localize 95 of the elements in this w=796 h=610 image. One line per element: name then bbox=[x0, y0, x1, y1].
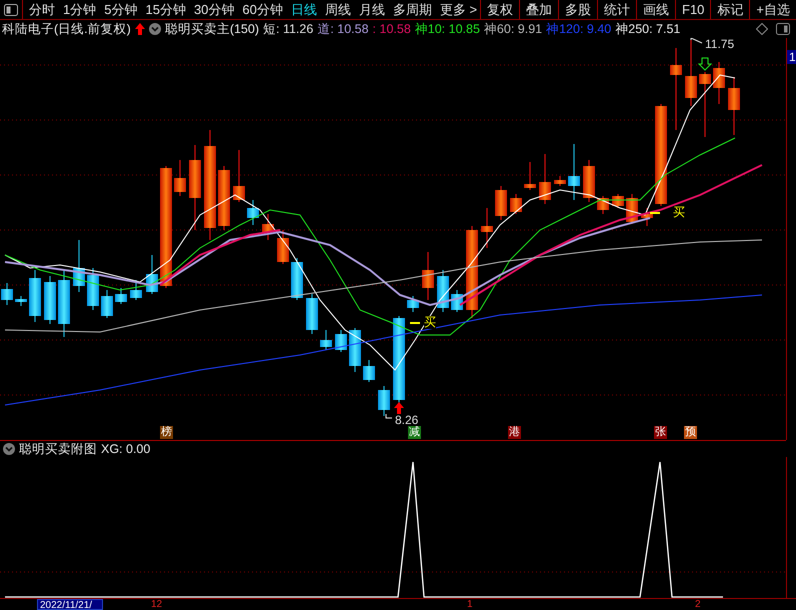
candlestick bbox=[713, 62, 725, 104]
low-price-label: 8.26 bbox=[395, 414, 418, 427]
period-tab[interactable]: 周线 bbox=[324, 0, 351, 18]
dropdown-icon[interactable] bbox=[148, 23, 161, 35]
period-tab[interactable]: 30分钟 bbox=[194, 0, 234, 18]
cursor-date-label: 2022/11/21/ bbox=[37, 599, 104, 610]
indicator-value: XG: 0.00 bbox=[101, 442, 150, 456]
candlestick bbox=[277, 230, 289, 264]
period-tab[interactable]: 多周期 bbox=[392, 0, 432, 18]
panel-toggle-icon[interactable] bbox=[776, 23, 790, 35]
buy-signal: 买 bbox=[424, 316, 436, 329]
candlestick bbox=[146, 254, 158, 294]
candlestick bbox=[233, 150, 245, 202]
candlestick bbox=[363, 360, 375, 382]
toolbar-button[interactable]: 复权 bbox=[480, 0, 519, 19]
event-badge: 减 bbox=[408, 426, 421, 439]
candlestick bbox=[101, 290, 113, 318]
candlestick bbox=[174, 160, 186, 196]
candlestick bbox=[29, 270, 41, 322]
candlestick bbox=[524, 162, 536, 190]
candlestick bbox=[612, 194, 624, 208]
candlestick bbox=[554, 176, 566, 186]
candlestick bbox=[247, 200, 259, 226]
high-price-label: 11.75 bbox=[705, 38, 734, 51]
buy-signal: 买 bbox=[673, 206, 685, 219]
toolbar-button[interactable]: +自选 bbox=[749, 0, 796, 19]
candlestick bbox=[335, 330, 347, 352]
toolbar-button[interactable]: 多股 bbox=[558, 0, 597, 19]
indicator-value: : 10.58 bbox=[372, 22, 411, 36]
candlestick bbox=[58, 270, 70, 338]
candlestick bbox=[422, 252, 434, 300]
panel-toggle-icon[interactable] bbox=[4, 4, 18, 16]
period-tab[interactable]: 月线 bbox=[358, 0, 385, 18]
candlestick bbox=[495, 186, 507, 220]
candlestick bbox=[539, 154, 551, 204]
toolbar-button[interactable]: 画线 bbox=[636, 0, 675, 19]
dropdown-icon[interactable] bbox=[3, 443, 15, 455]
candlestick bbox=[291, 258, 303, 300]
event-badge: 预 bbox=[684, 426, 697, 439]
toolbar-button[interactable]: 统计 bbox=[597, 0, 636, 19]
candlestick bbox=[451, 290, 463, 312]
candlestick bbox=[130, 280, 142, 300]
candlestick bbox=[583, 160, 595, 202]
up-arrow-icon bbox=[394, 402, 404, 414]
event-badge: 港 bbox=[508, 426, 521, 439]
candlestick bbox=[378, 386, 390, 416]
candlestick bbox=[1, 282, 13, 306]
indicator-value: 神60: 9.91 bbox=[484, 20, 542, 38]
more-menu[interactable]: 更多 > bbox=[440, 0, 478, 18]
candlestick bbox=[685, 40, 697, 106]
candlestick bbox=[728, 76, 740, 136]
candlestick bbox=[568, 144, 580, 200]
candlestick bbox=[320, 330, 332, 350]
candlestick bbox=[306, 294, 318, 334]
indicator-value: 神250: 7.51 bbox=[615, 20, 680, 38]
axis-label: 12 bbox=[151, 599, 162, 610]
candlestick bbox=[73, 240, 85, 292]
period-tab[interactable]: 5分钟 bbox=[104, 0, 138, 18]
toolbar-button[interactable]: 标记 bbox=[710, 0, 750, 19]
period-tab[interactable]: 分时 bbox=[29, 0, 55, 18]
candlestick bbox=[115, 288, 127, 304]
axis-label: 2 bbox=[695, 599, 701, 610]
stock-title: 科陆电子(日线.前复权) bbox=[2, 20, 131, 38]
candlestick bbox=[262, 214, 274, 240]
indicator-value: 神10: 10.85 bbox=[414, 20, 480, 38]
candlestick bbox=[87, 268, 99, 310]
indicator-name: 聪明买卖附图 bbox=[19, 440, 97, 458]
leader-line bbox=[690, 38, 702, 44]
candlestick bbox=[407, 296, 419, 312]
candlestick bbox=[218, 166, 230, 230]
toolbar-button[interactable]: 叠加 bbox=[519, 0, 558, 19]
indicator-value: 短: 11.26 bbox=[263, 20, 314, 38]
period-tab[interactable]: 1分钟 bbox=[63, 0, 96, 18]
indicator-value: 神120: 9.40 bbox=[546, 20, 612, 38]
diamond-icon[interactable] bbox=[756, 23, 768, 35]
candlestick bbox=[15, 296, 27, 306]
indicator-name: 聪明买卖主(150) bbox=[164, 20, 259, 38]
candlestick bbox=[481, 208, 493, 248]
up-arrow-icon bbox=[134, 23, 145, 35]
indicator-value: 道: 10.58 bbox=[317, 20, 369, 38]
event-badge: 榜 bbox=[160, 426, 173, 439]
axis-label: 1 bbox=[467, 599, 473, 610]
candlestick bbox=[44, 276, 56, 324]
candlestick bbox=[699, 72, 711, 138]
price-tag: 1 bbox=[787, 50, 796, 64]
toolbar-button[interactable]: F10 bbox=[675, 0, 710, 19]
event-badge: 张 bbox=[654, 426, 667, 439]
period-tab[interactable]: 60分钟 bbox=[242, 0, 283, 18]
period-tab[interactable]: 15分钟 bbox=[145, 0, 186, 18]
candlestick bbox=[510, 194, 522, 214]
leader-line bbox=[386, 414, 392, 418]
candlestick bbox=[349, 328, 361, 372]
candlestick bbox=[597, 196, 609, 214]
period-tab[interactable]: 日线 bbox=[290, 0, 317, 18]
down-arrow-icon bbox=[698, 58, 712, 71]
